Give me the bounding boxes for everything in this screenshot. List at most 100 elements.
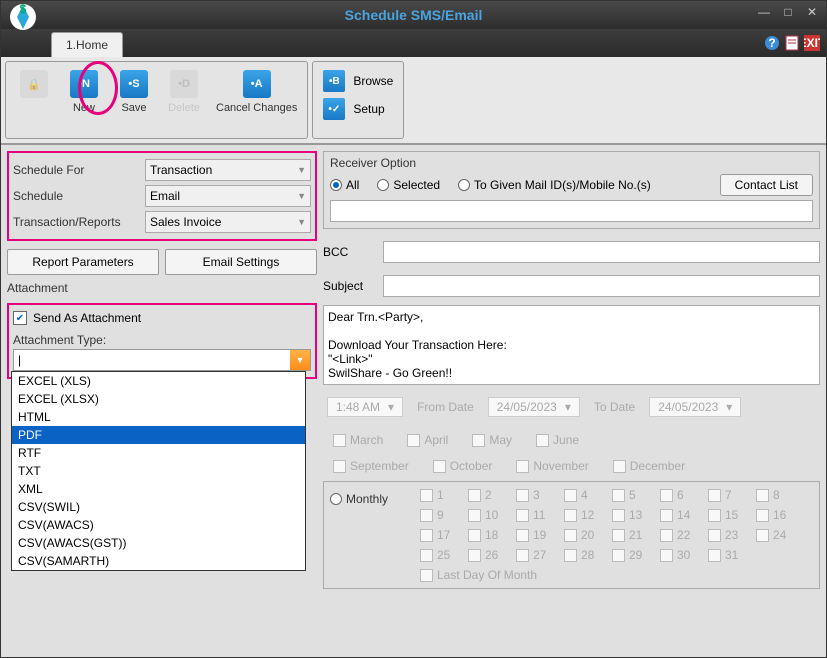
month-row-2: September October November December xyxy=(323,455,820,477)
day-checkbox[interactable]: 10 xyxy=(468,508,512,522)
maximize-icon[interactable]: □ xyxy=(780,5,796,19)
month-may[interactable]: May xyxy=(472,433,512,447)
day-checkbox[interactable]: 15 xyxy=(708,508,752,522)
day-checkbox[interactable]: 25 xyxy=(420,548,464,562)
to-date-field[interactable]: 24/05/2023▾ xyxy=(649,397,741,417)
month-march[interactable]: March xyxy=(333,433,383,447)
send-as-attachment-label: Send As Attachment xyxy=(33,311,141,325)
bcc-input[interactable] xyxy=(383,241,820,263)
dropdown-option[interactable]: TXT xyxy=(12,462,305,480)
browse-button[interactable]: •B Browse xyxy=(323,70,393,92)
day-checkbox[interactable]: 14 xyxy=(660,508,704,522)
help-icon[interactable]: ? xyxy=(764,35,780,51)
new-button[interactable]: •N New xyxy=(66,70,102,114)
subject-label: Subject xyxy=(323,279,371,293)
day-checkbox[interactable]: 23 xyxy=(708,528,752,542)
chevron-down-icon: ▾ xyxy=(388,400,394,414)
receiver-selected-radio[interactable]: Selected xyxy=(377,178,440,192)
day-checkbox[interactable]: 30 xyxy=(660,548,704,562)
to-date-label: To Date xyxy=(594,400,635,414)
email-body-textarea[interactable] xyxy=(323,305,820,385)
day-checkbox[interactable]: 8 xyxy=(756,488,800,502)
lock-icon: 🔒 xyxy=(20,70,48,98)
from-date-label: From Date xyxy=(417,400,474,414)
time-field[interactable]: 1:48 AM▾ xyxy=(327,397,403,417)
from-date-field[interactable]: 24/05/2023▾ xyxy=(488,397,580,417)
close-icon[interactable]: ✕ xyxy=(804,5,820,19)
attachment-type-label: Attachment Type: xyxy=(13,331,311,349)
day-checkbox[interactable]: 24 xyxy=(756,528,800,542)
svg-text:$: $ xyxy=(20,3,27,16)
receiver-given-radio[interactable]: To Given Mail ID(s)/Mobile No.(s) xyxy=(458,178,651,192)
day-checkbox[interactable]: 2 xyxy=(468,488,512,502)
email-settings-button[interactable]: Email Settings xyxy=(165,249,317,275)
day-checkbox[interactable]: 11 xyxy=(516,508,560,522)
chevron-down-icon: ▾ xyxy=(726,400,732,414)
app-logo-icon: $ xyxy=(9,3,37,31)
transaction-reports-select[interactable]: Sales Invoice▼ xyxy=(145,211,311,233)
dropdown-option[interactable]: CSV(AWACS(GST)) xyxy=(12,534,305,552)
day-checkbox[interactable]: 29 xyxy=(612,548,656,562)
day-checkbox[interactable]: 28 xyxy=(564,548,608,562)
dropdown-option[interactable]: HTML xyxy=(12,408,305,426)
dropdown-option[interactable]: CSV(AWACS) xyxy=(12,516,305,534)
dropdown-option[interactable]: CSV(SWIL) xyxy=(12,498,305,516)
month-april[interactable]: April xyxy=(407,433,448,447)
dropdown-option[interactable]: EXCEL (XLSX) xyxy=(12,390,305,408)
combo-dropdown-button[interactable]: ▼ xyxy=(290,350,310,370)
receiver-all-radio[interactable]: All xyxy=(330,178,359,192)
attachment-header: Attachment xyxy=(7,279,317,297)
attachment-type-dropdown[interactable]: EXCEL (XLS)EXCEL (XLSX)HTMLPDFRTFTXTXMLC… xyxy=(11,371,306,571)
minimize-icon[interactable]: — xyxy=(756,5,772,19)
day-checkbox[interactable]: 1 xyxy=(420,488,464,502)
day-checkbox[interactable]: 18 xyxy=(468,528,512,542)
tab-home[interactable]: 1.Home xyxy=(51,32,123,57)
cancel-button[interactable]: •A Cancel Changes xyxy=(216,70,297,114)
day-checkbox[interactable]: 17 xyxy=(420,528,464,542)
day-checkbox[interactable]: 3 xyxy=(516,488,560,502)
day-checkbox[interactable]: 21 xyxy=(612,528,656,542)
attachment-type-input[interactable]: | xyxy=(14,350,290,370)
day-checkbox[interactable]: 13 xyxy=(612,508,656,522)
attachment-type-combo[interactable]: | ▼ xyxy=(13,349,311,371)
month-june[interactable]: June xyxy=(536,433,579,447)
month-november[interactable]: November xyxy=(516,459,588,473)
chevron-down-icon: ▼ xyxy=(297,165,306,175)
dropdown-option[interactable]: EXCEL (XLS) xyxy=(12,372,305,390)
receiver-input[interactable] xyxy=(330,200,813,222)
day-checkbox[interactable]: 12 xyxy=(564,508,608,522)
save-button[interactable]: •S Save xyxy=(116,70,152,114)
exit-icon[interactable]: EXIT xyxy=(804,35,820,51)
send-as-attachment-checkbox[interactable]: ✔ xyxy=(13,311,27,325)
dropdown-option[interactable]: PDF xyxy=(12,426,305,444)
schedule-for-select[interactable]: Transaction▼ xyxy=(145,159,311,181)
day-checkbox[interactable]: 20 xyxy=(564,528,608,542)
day-checkbox[interactable]: 7 xyxy=(708,488,752,502)
report-parameters-button[interactable]: Report Parameters xyxy=(7,249,159,275)
day-checkbox[interactable]: 6 xyxy=(660,488,704,502)
day-checkbox[interactable]: 31 xyxy=(708,548,752,562)
dropdown-option[interactable]: CSV(SAMARTH) xyxy=(12,552,305,570)
day-checkbox[interactable]: 27 xyxy=(516,548,560,562)
contact-list-button[interactable]: Contact List xyxy=(720,174,813,196)
day-checkbox[interactable]: 4 xyxy=(564,488,608,502)
month-october[interactable]: October xyxy=(433,459,493,473)
month-december[interactable]: December xyxy=(613,459,685,473)
day-checkbox[interactable]: 22 xyxy=(660,528,704,542)
monthly-radio[interactable]: Monthly xyxy=(330,492,410,506)
month-september[interactable]: September xyxy=(333,459,409,473)
day-checkbox[interactable]: 5 xyxy=(612,488,656,502)
day-checkbox[interactable]: 26 xyxy=(468,548,512,562)
subject-input[interactable] xyxy=(383,275,820,297)
day-checkbox[interactable]: 19 xyxy=(516,528,560,542)
day-checkbox[interactable]: 16 xyxy=(756,508,800,522)
day-checkbox[interactable]: 9 xyxy=(420,508,464,522)
svg-text:EXIT: EXIT xyxy=(804,36,820,50)
dropdown-option[interactable]: XML xyxy=(12,480,305,498)
document-icon[interactable] xyxy=(784,35,800,51)
dropdown-option[interactable]: RTF xyxy=(12,444,305,462)
setup-button[interactable]: •✓ Setup xyxy=(323,98,384,120)
last-day-checkbox[interactable]: Last Day Of Month xyxy=(420,568,537,582)
schedule-select[interactable]: Email▼ xyxy=(145,185,311,207)
new-icon: •N xyxy=(70,70,98,98)
